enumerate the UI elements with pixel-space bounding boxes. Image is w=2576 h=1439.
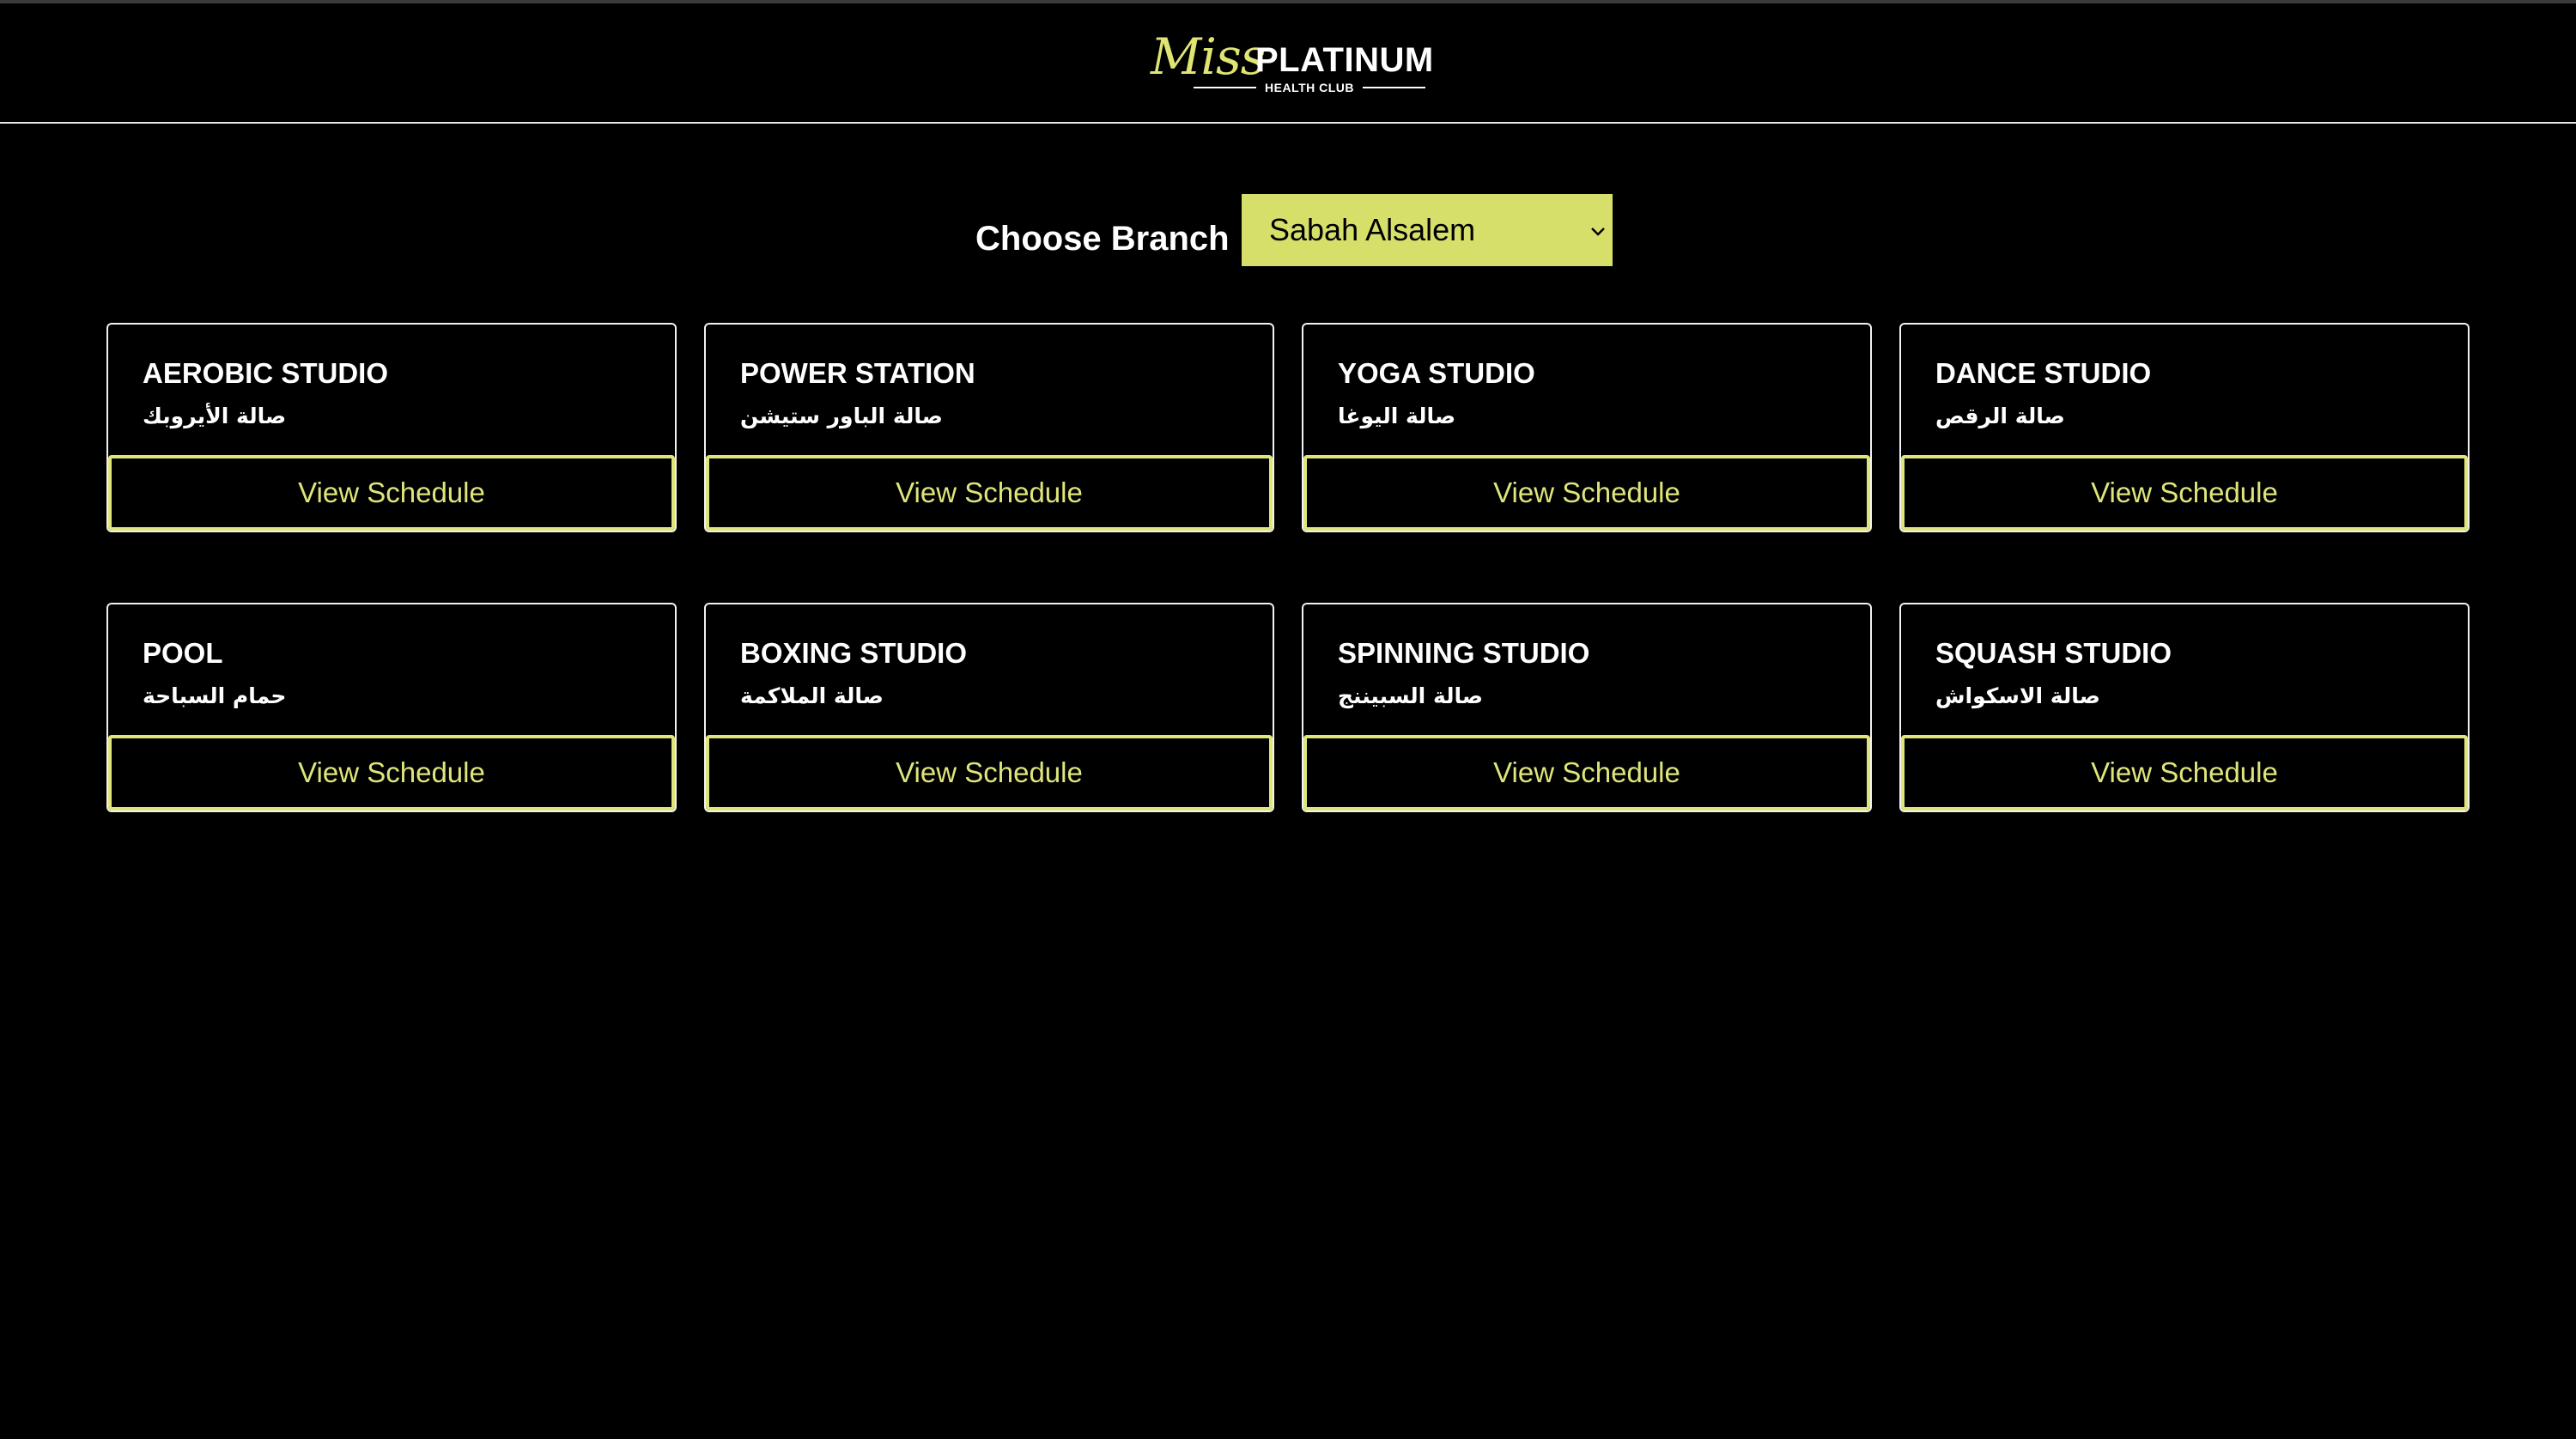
view-schedule-button[interactable]: View Schedule — [1303, 735, 1870, 811]
chevron-down-icon — [1590, 220, 1606, 242]
studio-card: SQUASH STUDIO صالة الاسكواش View Schedul… — [1899, 603, 2470, 812]
studio-name-arabic: صالة اليوغا — [1338, 404, 1456, 428]
brand-logo[interactable]: Miss PLATINUM HEALTH CLUB — [1151, 27, 1433, 96]
view-schedule-button[interactable]: View Schedule — [706, 455, 1273, 531]
view-schedule-button[interactable]: View Schedule — [1901, 735, 2468, 811]
site-header: Miss PLATINUM HEALTH CLUB — [0, 3, 2576, 124]
studio-name-arabic: صالة الأيروبك — [143, 404, 287, 428]
studio-card: AEROBIC STUDIO صالة الأيروبك View Schedu… — [106, 323, 677, 532]
studio-grid: AEROBIC STUDIO صالة الأيروبك View Schedu… — [106, 323, 2470, 812]
studio-card: YOGA STUDIO صالة اليوغا View Schedule — [1302, 323, 1872, 532]
studio-name-arabic: صالة السبيننج — [1338, 683, 1484, 708]
logo-subtitle: HEALTH CLUB — [1265, 81, 1355, 94]
studio-card: DANCE STUDIO صالة الرقص View Schedule — [1899, 323, 2470, 532]
studio-card: POOL حمام السباحة View Schedule — [106, 603, 677, 812]
view-schedule-button[interactable]: View Schedule — [1303, 455, 1870, 531]
studio-name: POWER STATION — [740, 357, 975, 389]
logo-rule-right — [1363, 87, 1426, 88]
studio-name: YOGA STUDIO — [1338, 357, 1535, 389]
studio-name: BOXING STUDIO — [740, 637, 968, 669]
view-schedule-button[interactable]: View Schedule — [108, 455, 675, 531]
branch-selected-value: Sabah Alsalem — [1269, 212, 1476, 247]
logo-script-text: Miss — [1151, 27, 1266, 86]
studio-name: SQUASH STUDIO — [1935, 637, 2172, 669]
studio-name-arabic: صالة الرقص — [1935, 404, 2065, 428]
branch-selector-row: Choose Branch Sabah Alsalem — [0, 194, 2576, 266]
studio-name: SPINNING STUDIO — [1338, 637, 1590, 669]
studio-name-arabic: صالة الباور ستيشن — [740, 404, 943, 428]
logo-brand-text: PLATINUM — [1255, 41, 1434, 79]
logo-subtitle-row: HEALTH CLUB — [1194, 79, 1426, 96]
view-schedule-button[interactable]: View Schedule — [108, 735, 675, 811]
view-schedule-button[interactable]: View Schedule — [1901, 455, 2468, 531]
studio-name-arabic: صالة الاسكواش — [1935, 683, 2100, 708]
studio-card: BOXING STUDIO صالة الملاكمة View Schedul… — [704, 603, 1274, 812]
branch-label: Choose Branch — [975, 220, 1230, 258]
studio-name: AEROBIC STUDIO — [143, 357, 389, 389]
studio-card: SPINNING STUDIO صالة السبيننج View Sched… — [1302, 603, 1872, 812]
studio-name: DANCE STUDIO — [1935, 357, 2152, 389]
studio-card: POWER STATION صالة الباور ستيشن View Sch… — [704, 323, 1274, 532]
studio-name: POOL — [143, 637, 223, 669]
view-schedule-button[interactable]: View Schedule — [706, 735, 1273, 811]
logo-rule-left — [1194, 87, 1256, 88]
branch-select[interactable]: Sabah Alsalem — [1242, 194, 1613, 266]
studio-name-arabic: حمام السباحة — [143, 683, 287, 708]
studio-name-arabic: صالة الملاكمة — [740, 683, 884, 708]
